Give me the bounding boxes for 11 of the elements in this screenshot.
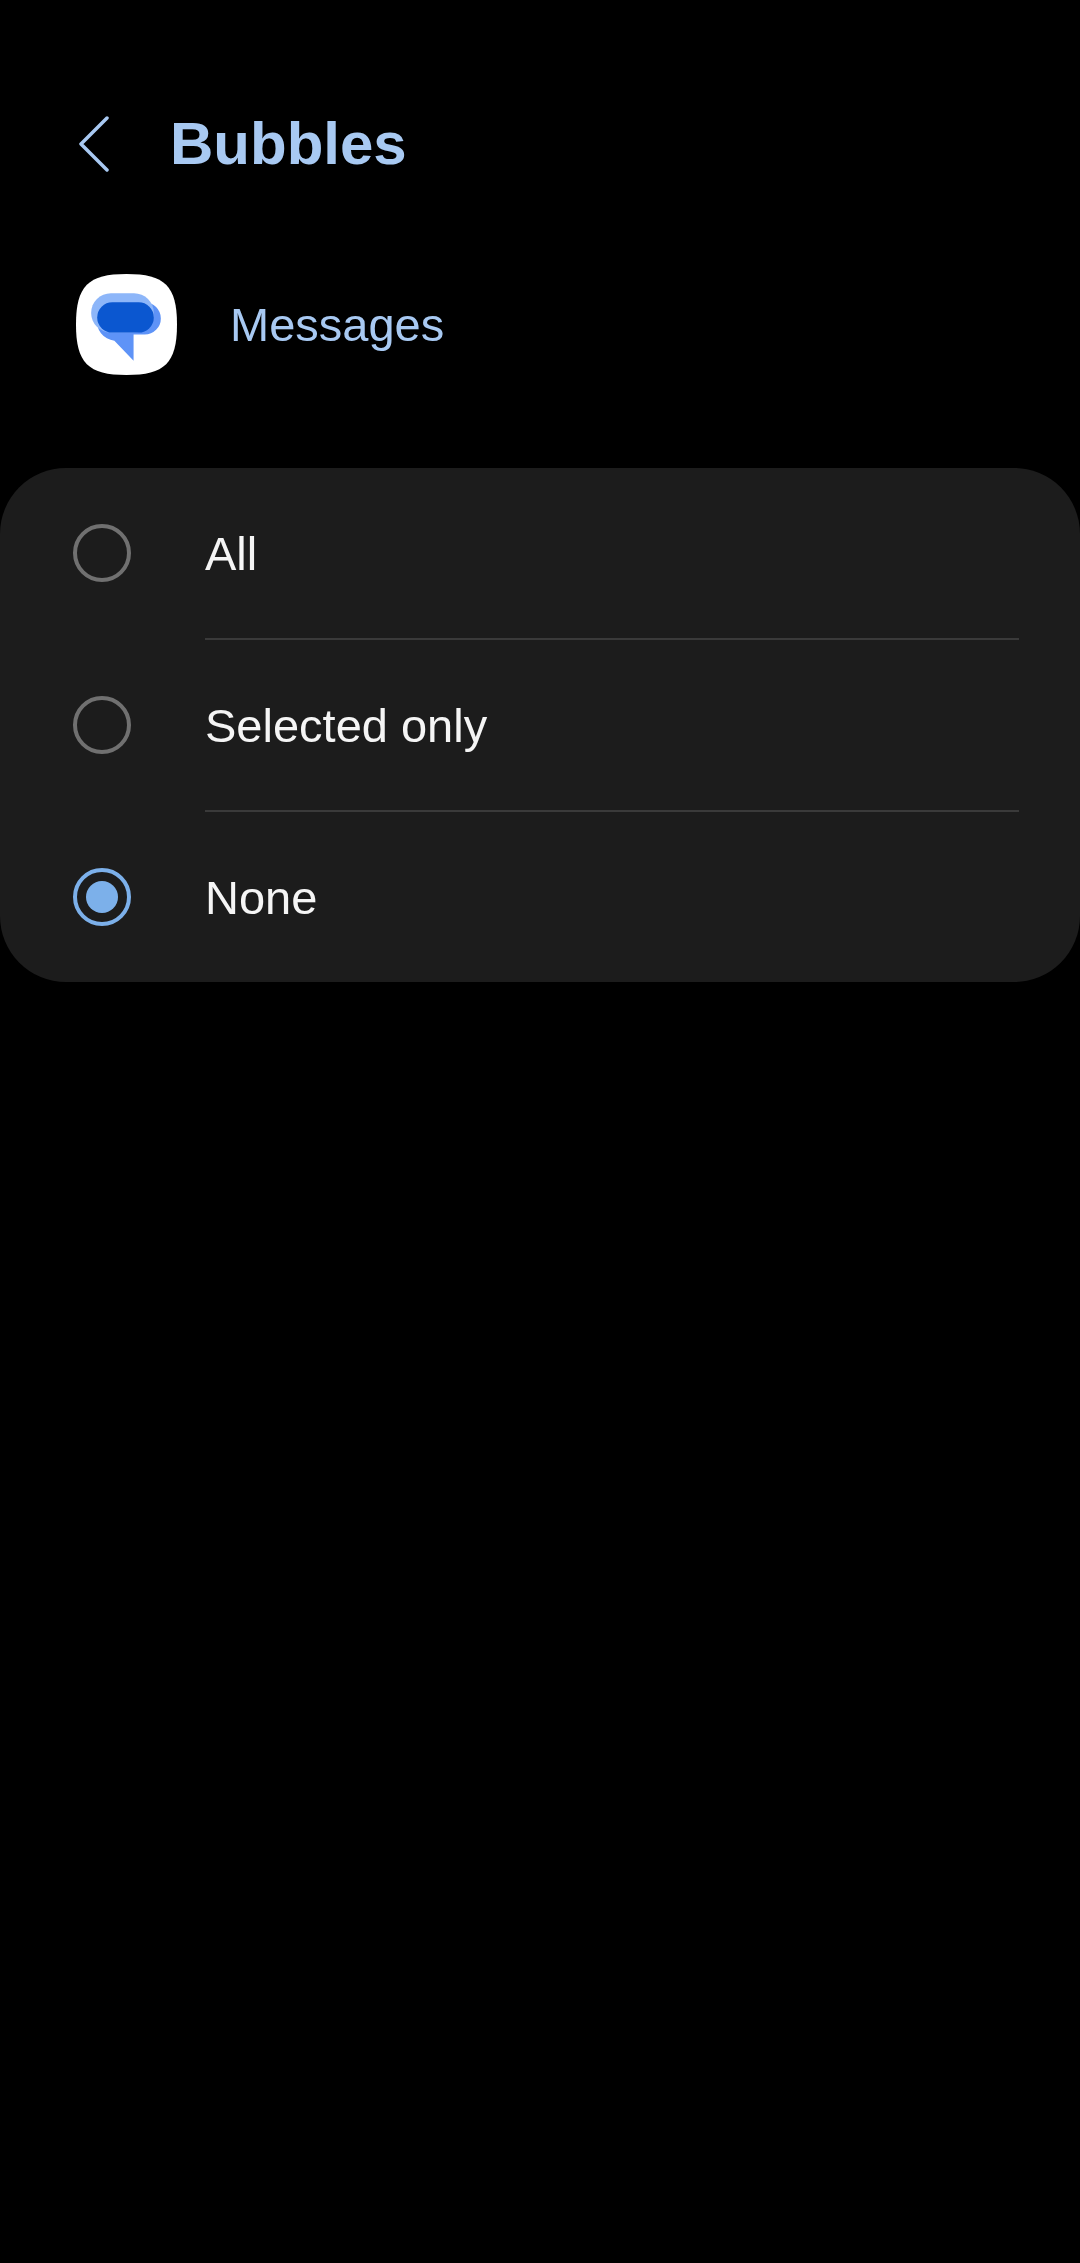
- radio-button[interactable]: [73, 696, 131, 754]
- back-button[interactable]: [76, 115, 112, 173]
- page-title: Bubbles: [170, 109, 407, 179]
- radio-button[interactable]: [73, 524, 131, 582]
- chat-bubble-app-icon: [76, 273, 177, 375]
- option-label[interactable]: Selected only: [205, 697, 488, 753]
- option-label[interactable]: None: [205, 869, 318, 925]
- radio-button[interactable]: [73, 868, 131, 926]
- option-label[interactable]: All: [205, 525, 258, 581]
- app-name: Messages: [230, 296, 445, 352]
- back-icon: [78, 116, 110, 172]
